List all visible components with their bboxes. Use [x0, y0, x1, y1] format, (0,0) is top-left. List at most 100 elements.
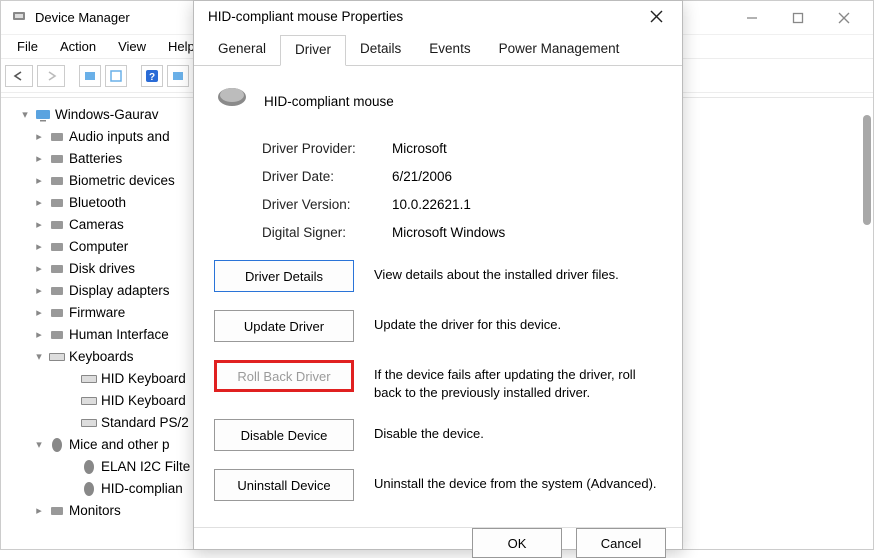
minimize-button[interactable] [729, 3, 775, 33]
tree-item-icon [47, 150, 67, 168]
tree-item-label: Windows-Gaurav [53, 104, 159, 126]
toolbar-btn-1[interactable] [79, 65, 101, 87]
dialog-title: HID-compliant mouse Properties [208, 9, 403, 24]
dialog-close-button[interactable] [636, 1, 676, 31]
info-value: Microsoft Windows [392, 225, 505, 240]
title-area: Device Manager [11, 8, 130, 27]
chevron-right-icon[interactable]: ▸ [31, 214, 47, 236]
chevron-right-icon[interactable]: ▸ [31, 280, 47, 302]
mouse-icon [214, 82, 250, 120]
menu-action[interactable]: Action [50, 37, 106, 56]
info-row: Digital Signer:Microsoft Windows [262, 218, 662, 246]
tree-item-label: Human Interface [67, 324, 169, 346]
properties-dialog: HID-compliant mouse Properties GeneralDr… [193, 0, 683, 550]
app-icon [11, 8, 27, 27]
action-description: Uninstall the device from the system (Ad… [374, 469, 662, 493]
tab-driver[interactable]: Driver [280, 35, 346, 66]
info-value: Microsoft [392, 141, 447, 156]
tree-item-label: Biometric devices [67, 170, 175, 192]
action-row: Roll Back DriverIf the device fails afte… [214, 360, 662, 401]
info-row: Driver Version:10.0.22621.1 [262, 190, 662, 218]
tab-details[interactable]: Details [346, 35, 415, 65]
tree-item-label: ELAN I2C Filte [99, 456, 190, 478]
disable-device-button[interactable]: Disable Device [214, 419, 354, 451]
update-driver-button[interactable]: Update Driver [214, 310, 354, 342]
tree-item-label: Cameras [67, 214, 124, 236]
dialog-body: HID-compliant mouse Driver Provider:Micr… [194, 66, 682, 527]
close-button[interactable] [821, 3, 867, 33]
toolbar-btn-help[interactable]: ? [141, 65, 163, 87]
tree-item-label: HID Keyboard [99, 368, 186, 390]
chevron-right-icon[interactable]: ▸ [31, 302, 47, 324]
tree-item-label: Display adapters [67, 280, 170, 302]
tab-events[interactable]: Events [415, 35, 484, 65]
chevron-right-icon[interactable]: ▸ [31, 500, 47, 522]
action-row: Update DriverUpdate the driver for this … [214, 310, 662, 342]
chevron-right-icon[interactable]: ▸ [31, 236, 47, 258]
tree-item-icon [47, 260, 67, 278]
svg-text:?: ? [149, 72, 155, 83]
chevron-right-icon[interactable]: ▸ [31, 324, 47, 346]
chevron-right-icon[interactable]: ▸ [31, 192, 47, 214]
uninstall-device-button[interactable]: Uninstall Device [214, 469, 354, 501]
toolbar-btn-2[interactable] [105, 65, 127, 87]
chevron-down-icon[interactable]: ▾ [31, 346, 47, 368]
chevron-right-icon[interactable]: ▸ [31, 258, 47, 280]
device-header: HID-compliant mouse [214, 82, 662, 120]
chevron-right-icon[interactable]: ▸ [31, 126, 47, 148]
tree-item-label: HID-complian [99, 478, 183, 500]
toolbar-btn-3[interactable] [167, 65, 189, 87]
tree-item-icon [47, 348, 67, 366]
tree-item-label: Mice and other p [67, 434, 170, 456]
tree-item-label: Monitors [67, 500, 121, 522]
nav-back-button[interactable] [5, 65, 33, 87]
menu-view[interactable]: View [108, 37, 156, 56]
tree-item-icon [47, 216, 67, 234]
dialog-footer: OK Cancel [194, 527, 682, 558]
chevron-right-icon[interactable]: ▸ [31, 170, 47, 192]
chevron-down-icon[interactable]: ▾ [31, 434, 47, 456]
device-name: HID-compliant mouse [264, 94, 394, 109]
tree-item-label: HID Keyboard [99, 390, 186, 412]
info-row: Driver Date:6/21/2006 [262, 162, 662, 190]
tree-item-icon [79, 480, 99, 498]
main-title: Device Manager [35, 10, 130, 25]
info-key: Driver Version: [262, 197, 392, 212]
tree-item-icon [47, 194, 67, 212]
tree-item-icon [79, 458, 99, 476]
driver-actions: Driver DetailsView details about the ins… [214, 260, 662, 501]
tree-item-label: Firmware [67, 302, 125, 324]
tree-item-icon [79, 414, 99, 432]
action-description: Disable the device. [374, 419, 662, 443]
action-row: Driver DetailsView details about the ins… [214, 260, 662, 292]
info-row: Driver Provider:Microsoft [262, 134, 662, 162]
nav-forward-button[interactable] [37, 65, 65, 87]
menu-file[interactable]: File [7, 37, 48, 56]
chevron-right-icon[interactable]: ▸ [31, 148, 47, 170]
driver-details-button[interactable]: Driver Details [214, 260, 354, 292]
scrollbar-thumb[interactable] [863, 115, 871, 225]
content-scrollbar[interactable] [855, 97, 873, 549]
tree-item-label: Batteries [67, 148, 122, 170]
info-key: Driver Date: [262, 169, 392, 184]
action-description: If the device fails after updating the d… [374, 360, 662, 401]
tree-item-label: Bluetooth [67, 192, 126, 214]
tree-item-icon [47, 502, 67, 520]
maximize-button[interactable] [775, 3, 821, 33]
ok-button[interactable]: OK [472, 528, 562, 558]
cancel-button[interactable]: Cancel [576, 528, 666, 558]
tree-item-icon [47, 304, 67, 322]
window-controls [729, 3, 867, 33]
tab-power-management[interactable]: Power Management [485, 35, 634, 65]
chevron-down-icon[interactable]: ▾ [17, 104, 33, 126]
info-key: Driver Provider: [262, 141, 392, 156]
tab-general[interactable]: General [204, 35, 280, 65]
action-row: Uninstall Device Uninstall the device fro… [214, 469, 662, 501]
tree-item-icon [47, 128, 67, 146]
tab-strip: GeneralDriverDetailsEventsPower Manageme… [194, 35, 682, 66]
action-row: Disable Device Disable the device. [214, 419, 662, 451]
tree-item-label: Audio inputs and [67, 126, 170, 148]
driver-info: Driver Provider:MicrosoftDriver Date:6/2… [262, 134, 662, 246]
info-value: 6/21/2006 [392, 169, 452, 184]
tree-item-icon [47, 282, 67, 300]
